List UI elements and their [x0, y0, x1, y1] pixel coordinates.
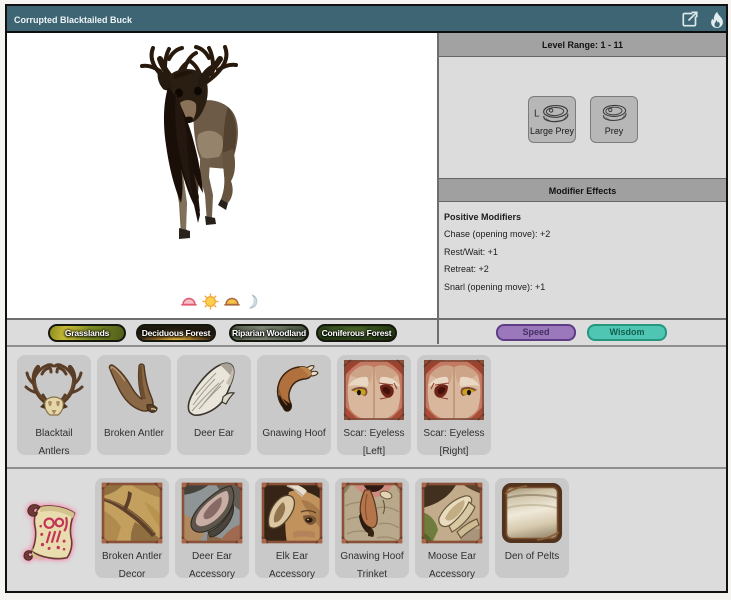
svg-text:L: L — [534, 108, 540, 119]
